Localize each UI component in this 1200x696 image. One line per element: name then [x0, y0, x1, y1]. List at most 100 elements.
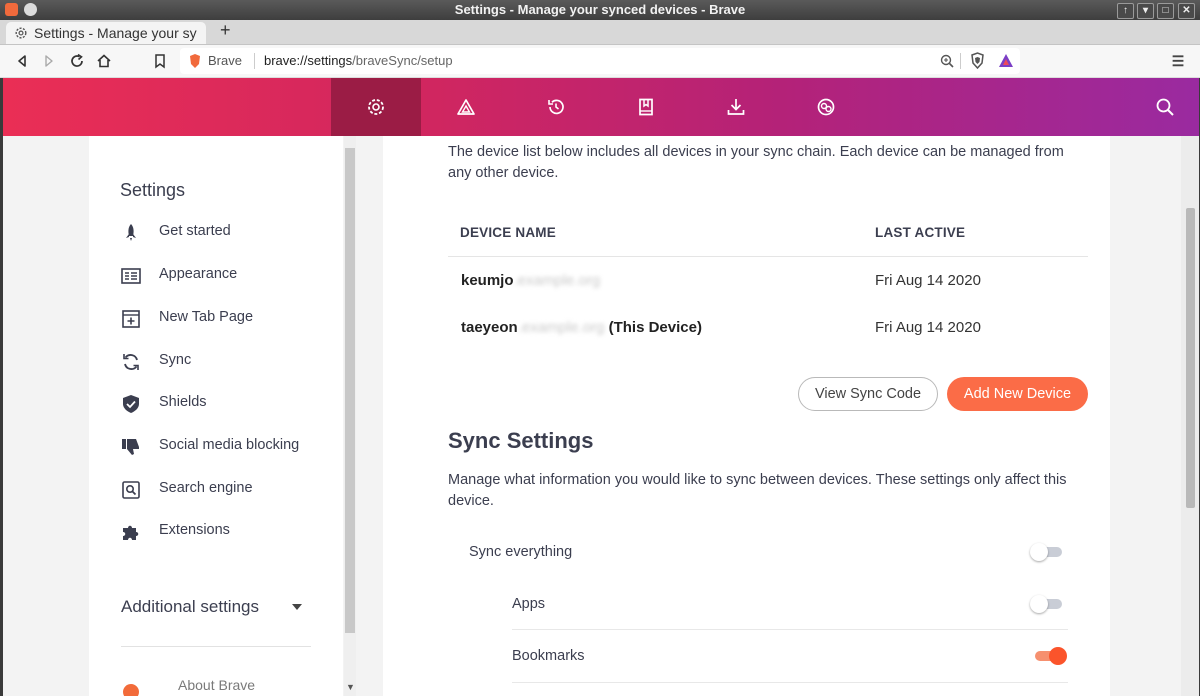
sync-settings-description: Manage what information you would like t… — [448, 472, 1067, 509]
option-label-bookmarks: Bookmarks — [512, 648, 585, 664]
sync-everything-toggle[interactable] — [1030, 541, 1064, 563]
appearance-icon — [121, 268, 141, 284]
settings-tab-icon — [15, 27, 27, 39]
sidebar-item-label: Extensions — [159, 522, 230, 538]
nav-downloads[interactable] — [691, 78, 781, 136]
settings-sidebar: Settings Get started Appearance New Tab … — [89, 136, 343, 696]
add-new-device-button[interactable]: Add New Device — [947, 377, 1088, 411]
bookmark-page-icon[interactable] — [152, 53, 168, 69]
nav-history[interactable] — [511, 78, 601, 136]
option-label-sync-everything: Sync everything — [469, 544, 573, 560]
maximize-button[interactable]: □ — [1157, 3, 1174, 19]
option-divider — [512, 629, 1068, 630]
sync-intro-text: The device list below includes all devic… — [448, 144, 1064, 181]
additional-settings-toggle[interactable]: Additional settings — [121, 597, 259, 617]
back-icon[interactable] — [14, 53, 30, 69]
sync-card: The device list below includes all devic… — [383, 136, 1110, 696]
search-engine-icon — [122, 481, 140, 499]
forward-icon[interactable] — [41, 53, 57, 69]
scroll-down-arrow-icon[interactable]: ▼ — [346, 682, 355, 692]
sidebar-scrollbar-thumb[interactable] — [345, 148, 355, 633]
site-identity-label: Brave — [208, 53, 242, 68]
brave-top-nav — [3, 78, 1199, 136]
option-divider — [512, 682, 1068, 683]
keep-above-button[interactable]: ↑ — [1117, 3, 1134, 19]
new-tab-page-icon — [122, 310, 140, 328]
sidebar-item-extensions[interactable]: Extensions — [120, 517, 340, 547]
minimize-button[interactable]: ▾ — [1137, 3, 1154, 19]
nav-bookmarks[interactable] — [601, 78, 691, 136]
settings-icon — [368, 99, 384, 115]
device-row-name: keumjo.example.org — [461, 272, 601, 289]
nav-settings[interactable] — [331, 78, 421, 136]
brave-shields-button-icon[interactable] — [970, 52, 985, 69]
view-sync-code-button[interactable]: View Sync Code — [798, 377, 938, 411]
brave-about-icon — [123, 684, 139, 696]
sidebar-item-label: Get started — [159, 223, 231, 239]
main-scrollbar-thumb[interactable] — [1186, 208, 1195, 508]
sidebar-item-label: New Tab Page — [159, 309, 254, 325]
blurred-device-domain: .example.org — [513, 272, 601, 289]
sidebar-divider — [121, 646, 311, 647]
address-separator — [254, 53, 255, 69]
option-label-apps: Apps — [512, 596, 546, 612]
device-row-last-active: Fri Aug 14 2020 — [875, 272, 981, 289]
tab-title: Settings - Manage your sy — [34, 25, 197, 41]
caret-down-icon[interactable] — [292, 604, 302, 610]
window-titlebar: Settings - Manage your synced devices - … — [0, 0, 1200, 20]
nav-rewards[interactable] — [421, 78, 511, 136]
sidebar-item-about-brave[interactable]: About Brave — [178, 677, 255, 693]
reload-icon[interactable] — [69, 53, 85, 69]
rocket-icon — [126, 224, 136, 241]
sidebar-heading: Settings — [120, 180, 186, 200]
close-window-button[interactable]: ✕ — [1178, 3, 1195, 19]
sidebar-item-label: Sync — [159, 352, 192, 368]
device-row-last-active: Fri Aug 14 2020 — [875, 319, 981, 336]
home-icon[interactable] — [96, 53, 112, 69]
search-icon[interactable] — [1155, 97, 1175, 117]
history-icon — [548, 99, 564, 115]
bookmarks-toggle[interactable] — [1033, 645, 1067, 667]
table-header-divider — [448, 256, 1088, 257]
device-name-column-header: DEVICE NAME — [460, 225, 556, 240]
wallet-icon — [817, 98, 835, 116]
zoom-icon[interactable] — [940, 54, 954, 68]
rewards-icon — [457, 99, 475, 115]
browser-toolbar: Brave brave://settings/braveSync/setup ☰ — [0, 45, 1200, 78]
hamburger-menu-icon[interactable]: ☰ — [1170, 53, 1186, 69]
sidebar-item-label: Appearance — [159, 266, 238, 282]
sidebar-item-shields[interactable]: Shields — [120, 389, 340, 419]
sidebar-item-social-media-blocking[interactable]: Social media blocking — [120, 432, 340, 462]
sidebar-item-appearance[interactable]: Appearance — [120, 261, 340, 291]
downloads-icon — [727, 99, 745, 115]
url-text[interactable]: brave://settings/braveSync/setup — [264, 53, 453, 68]
settings-content: Settings Get started Appearance New Tab … — [3, 136, 1199, 696]
puzzle-icon — [123, 525, 139, 540]
apps-toggle[interactable] — [1030, 593, 1064, 615]
sidebar-item-label: Social media blocking — [159, 437, 300, 453]
brave-rewards-button-icon[interactable] — [998, 53, 1014, 68]
main-scrollbar[interactable] — [1181, 136, 1199, 696]
device-row-name: taeyeon.example.org (This Device) — [461, 319, 702, 336]
tab-settings[interactable]: Settings - Manage your sy — [6, 22, 206, 44]
sidebar-item-label: Shields — [159, 394, 207, 410]
brave-shield-icon — [190, 54, 200, 68]
sidebar-item-sync[interactable]: Sync — [120, 347, 340, 377]
blurred-device-domain: .example.org — [517, 319, 605, 336]
shield-icon — [123, 395, 139, 413]
thumbs-down-icon — [122, 439, 139, 455]
sidebar-item-new-tab-page[interactable]: New Tab Page — [120, 304, 340, 334]
new-tab-button[interactable]: + — [220, 20, 231, 41]
window-title: Settings - Manage your synced devices - … — [454, 2, 746, 17]
tab-strip: Settings - Manage your sy + — [0, 20, 1200, 45]
sidebar-item-label: Search engine — [159, 480, 253, 496]
bookmarks-icon — [639, 98, 653, 116]
address-bar[interactable]: Brave brave://settings/braveSync/setup — [180, 48, 1020, 74]
sidebar-item-search-engine[interactable]: Search engine — [120, 475, 340, 505]
nav-wallet[interactable] — [781, 78, 871, 136]
sidebar-item-get-started[interactable]: Get started — [120, 218, 340, 248]
sync-icon — [123, 354, 139, 370]
last-active-column-header: LAST ACTIVE — [875, 225, 966, 240]
sidebar-scrollbar[interactable]: ▼ — [344, 136, 356, 696]
address-divider — [960, 53, 961, 69]
